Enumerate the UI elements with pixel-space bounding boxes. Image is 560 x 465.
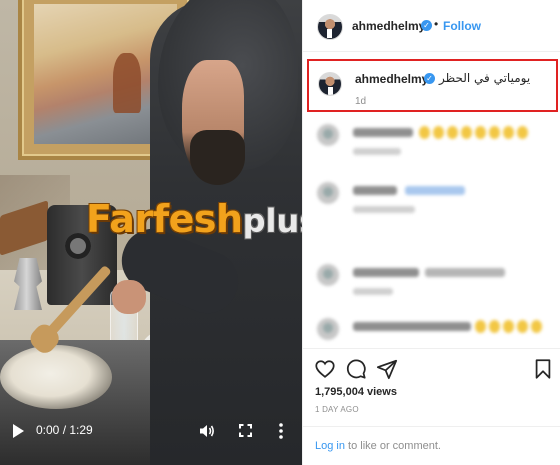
- post-actions: [303, 356, 560, 384]
- comment-meta: [353, 148, 401, 155]
- comment-avatar: [317, 264, 339, 286]
- comment-mention: [405, 186, 465, 195]
- login-divider: [303, 426, 560, 427]
- comment-item: [315, 316, 555, 356]
- post-header: ahmedhelmy ✓ • Follow: [303, 0, 560, 52]
- verified-badge-icon: ✓: [424, 73, 435, 84]
- comment-meta: [353, 206, 415, 213]
- login-prompt-text: to like or comment.: [344, 440, 441, 452]
- emoji-icon: [447, 126, 458, 139]
- emoji-icon: [503, 126, 514, 139]
- comment-item: [315, 262, 555, 302]
- caption-timestamp[interactable]: 1d: [355, 96, 366, 107]
- comment-username: [353, 268, 419, 277]
- avatar[interactable]: [318, 72, 342, 96]
- view-count[interactable]: 1,795,004 views: [315, 386, 397, 398]
- post-details-panel: ahmedhelmy ✓ • Follow ahmedhelmy ✓ يوميا…: [302, 0, 560, 465]
- video-player[interactable]: Farfeshplus.com 0:00 / 1:29: [0, 0, 302, 465]
- painting-tree: [112, 53, 141, 113]
- comment-avatar: [317, 182, 339, 204]
- username-link[interactable]: ahmedhelmy: [352, 19, 425, 33]
- moka-pot: [14, 258, 42, 310]
- comment-text: [425, 268, 505, 277]
- actions-divider: [303, 348, 560, 349]
- comment-icon[interactable]: [345, 358, 367, 380]
- emoji-icon: [489, 126, 500, 139]
- comment-username: [353, 322, 471, 331]
- verified-badge-icon: ✓: [421, 20, 432, 31]
- video-controls: 0:00 / 1:29: [0, 414, 302, 448]
- person-beard: [190, 130, 245, 185]
- person-hand: [112, 280, 146, 314]
- comment-item: [315, 122, 555, 162]
- emoji-icon: [503, 320, 514, 333]
- login-prompt: Log in to like or comment.: [315, 440, 441, 452]
- video-time: 0:00 / 1:29: [36, 423, 93, 437]
- volume-icon[interactable]: [198, 422, 216, 440]
- caption-text: يومياتي في الحظر: [439, 71, 531, 85]
- play-icon[interactable]: [10, 423, 26, 439]
- comment-meta: [353, 288, 393, 295]
- watermark-brand: Farfesh: [86, 197, 243, 241]
- comment-username: [353, 128, 413, 137]
- avatar[interactable]: [317, 14, 343, 40]
- emoji-icon: [475, 320, 486, 333]
- caption-username[interactable]: ahmedhelmy: [355, 72, 428, 86]
- heart-icon[interactable]: [314, 358, 336, 380]
- comment-avatar: [317, 318, 339, 340]
- share-icon[interactable]: [376, 358, 398, 380]
- emoji-icon: [517, 320, 528, 333]
- emoji-icon: [489, 320, 500, 333]
- emoji-icon: [517, 126, 528, 139]
- comment-item: [315, 180, 555, 220]
- follow-button[interactable]: Follow: [443, 19, 481, 33]
- bookmark-icon[interactable]: [532, 358, 554, 380]
- watermark-suffix: plus.com: [242, 202, 302, 240]
- emoji-icon: [461, 126, 472, 139]
- emoji-icon: [419, 126, 430, 139]
- emoji-icon: [531, 320, 542, 333]
- comment-username: [353, 186, 397, 195]
- comment-avatar: [317, 124, 339, 146]
- more-vertical-icon[interactable]: [276, 421, 286, 441]
- emoji-icon: [433, 126, 444, 139]
- caption-highlight: ahmedhelmy ✓ يومياتي في الحظر 1d: [307, 59, 558, 112]
- fullscreen-icon[interactable]: [238, 423, 253, 438]
- post-date[interactable]: 1 DAY AGO: [315, 405, 359, 414]
- header-separator: •: [434, 17, 439, 31]
- site-watermark: Farfeshplus.com: [86, 200, 302, 260]
- frying-pan: [0, 345, 112, 409]
- emoji-icon: [475, 126, 486, 139]
- login-link[interactable]: Log in: [315, 440, 345, 452]
